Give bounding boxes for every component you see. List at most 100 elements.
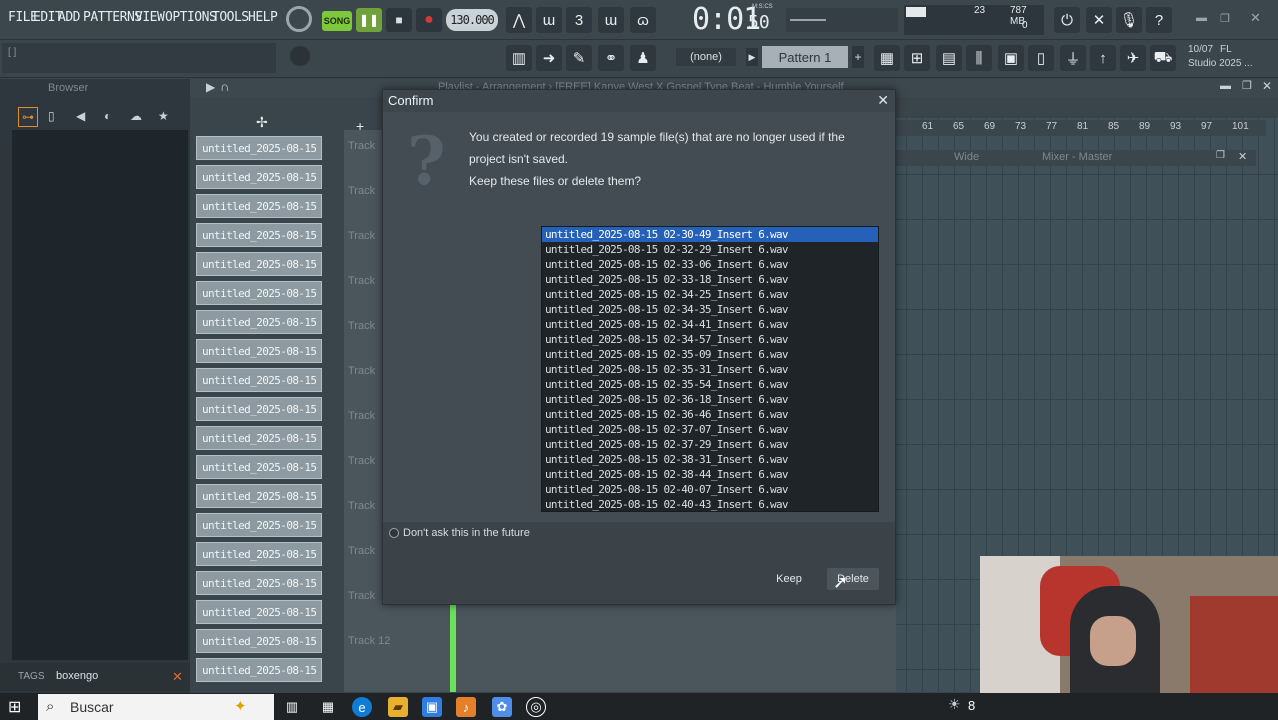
microphone-icon[interactable]: 🎙 — [1116, 7, 1142, 33]
wait-icon[interactable]: ɯ — [536, 7, 562, 33]
menu-tools[interactable]: TOOLS — [212, 10, 249, 25]
piano-icon[interactable]: ▤ — [936, 45, 962, 71]
plugin-icon[interactable]: ⏚ — [1060, 45, 1086, 71]
piano-roll-icon[interactable]: ▥ — [506, 45, 532, 71]
menu-add[interactable]: ADD — [58, 10, 80, 25]
sample-file-item[interactable]: untitled_2025-08-15 02-37-29_Insert 6.wa… — [542, 437, 878, 452]
power-icon[interactable]: ⏻ — [1054, 7, 1080, 33]
weather-icon[interactable]: ☀ — [948, 696, 961, 713]
clip-item[interactable]: untitled_2025-08-15 02-... — [196, 281, 322, 305]
keep-button[interactable]: Keep — [763, 568, 815, 590]
plugin-database-icon[interactable]: ◐ — [104, 109, 111, 123]
stop-button[interactable]: ■ — [386, 8, 412, 32]
dont-ask-option[interactable]: Don't ask this in the future — [389, 527, 530, 539]
browser-icon[interactable]: ▯ — [1028, 45, 1054, 71]
sample-file-item[interactable]: untitled_2025-08-15 02-40-07_Insert 6.wa… — [542, 482, 878, 497]
sample-file-item[interactable]: untitled_2025-08-15 02-36-18_Insert 6.wa… — [542, 392, 878, 407]
pitch-knob[interactable] — [290, 46, 310, 66]
track-label[interactable]: Track — [348, 545, 375, 557]
track-label[interactable]: Track — [348, 320, 375, 332]
menu-help[interactable]: HELP — [248, 10, 278, 25]
store-icon[interactable]: ⛟ — [1150, 45, 1176, 71]
clip-item[interactable]: untitled_2025-08-15 02-... — [196, 136, 322, 160]
arrow-icon[interactable]: ➜ — [536, 45, 562, 71]
pattern-selector[interactable]: Pattern 1 — [762, 46, 848, 68]
widgets-icon[interactable]: ▦ — [318, 697, 338, 717]
clip-item[interactable]: untitled_2025-08-15 02-... — [196, 455, 322, 479]
play-pattern-icon[interactable]: ▶ — [746, 48, 758, 66]
track-label[interactable]: Track — [348, 500, 375, 512]
menu-view[interactable]: VIEW — [135, 10, 165, 25]
clip-item[interactable]: untitled_2025-08-15 02-... — [196, 426, 322, 450]
add-track-icon[interactable]: + — [356, 118, 364, 134]
sample-file-item[interactable]: untitled_2025-08-15 02-40-43_Insert 6.wa… — [542, 497, 878, 512]
sample-file-item[interactable]: untitled_2025-08-15 02-33-18_Insert 6.wa… — [542, 272, 878, 287]
magnet-icon[interactable]: ∩ — [220, 79, 229, 94]
none-selector[interactable]: (none) — [676, 48, 736, 66]
sample-file-item[interactable]: untitled_2025-08-15 02-32-29_Insert 6.wa… — [542, 242, 878, 257]
pencil-icon[interactable]: ✎ — [566, 45, 592, 71]
playlist-play-icon[interactable]: ▶ — [206, 80, 215, 94]
touch-icon[interactable]: ✈ — [1120, 45, 1146, 71]
loop-record-icon[interactable]: ɷ — [630, 7, 656, 33]
windows-start-icon[interactable]: ⊞ — [8, 697, 21, 717]
sample-file-item[interactable]: untitled_2025-08-15 02-35-54_Insert 6.wa… — [542, 377, 878, 392]
obs-icon[interactable]: ◎ — [526, 697, 546, 717]
sample-file-item[interactable]: untitled_2025-08-15 02-33-06_Insert 6.wa… — [542, 257, 878, 272]
tempo-display[interactable]: 130.000 — [446, 9, 498, 31]
mixer-icon[interactable]: ⫼ — [966, 45, 992, 71]
tools-icon[interactable]: ✕ — [1086, 7, 1112, 33]
mixer-close-icon[interactable]: ✕ — [1238, 150, 1247, 163]
clip-item[interactable]: untitled_2025-08-15 02-... — [196, 194, 322, 218]
countdown-icon[interactable]: 3 — [566, 7, 592, 33]
playlist-maximize-icon[interactable]: ❐ — [1242, 79, 1252, 92]
clear-tags-icon[interactable]: ✕ — [172, 669, 183, 685]
clip-item[interactable]: untitled_2025-08-15 02-... — [196, 368, 322, 392]
track-label[interactable]: Track — [348, 410, 375, 422]
song-mode-toggle[interactable]: SONG — [322, 11, 352, 31]
add-pattern-icon[interactable]: + — [852, 46, 864, 68]
minimize-icon[interactable]: ▬ — [1196, 12, 1207, 24]
step-sequencer-icon[interactable]: ⊞ — [904, 45, 930, 71]
sample-file-item[interactable]: untitled_2025-08-15 02-34-41_Insert 6.wa… — [542, 317, 878, 332]
track-label[interactable]: Track — [348, 185, 375, 197]
mixer-maximize-icon[interactable]: ❐ — [1216, 150, 1225, 161]
add-clip-icon[interactable]: ✢ — [256, 114, 268, 131]
clip-item[interactable]: untitled_2025-08-15 02-... — [196, 223, 322, 247]
store-app-icon[interactable]: ▣ — [422, 697, 442, 717]
sample-file-item[interactable]: untitled_2025-08-15 02-35-31_Insert 6.wa… — [542, 362, 878, 377]
link-icon[interactable]: ⚭ — [598, 45, 624, 71]
master-volume-knob[interactable] — [286, 6, 312, 32]
dont-ask-radio[interactable] — [389, 528, 399, 538]
clip-item[interactable]: untitled_2025-08-15 02-... — [196, 484, 322, 508]
track-label[interactable]: Track — [348, 230, 375, 242]
track-label[interactable]: Track — [348, 365, 375, 377]
clip-item[interactable]: untitled_2025-08-15 02-... — [196, 629, 322, 653]
news-title[interactable]: Studio 2025 ... — [1188, 58, 1253, 69]
sample-file-item[interactable]: untitled_2025-08-15 02-34-35_Insert 6.wa… — [542, 302, 878, 317]
speaker-icon[interactable]: ◀ — [76, 109, 85, 123]
all-filter-icon[interactable]: ⊶ — [18, 107, 38, 127]
sample-file-item[interactable]: untitled_2025-08-15 02-34-57_Insert 6.wa… — [542, 332, 878, 347]
sample-file-item[interactable]: untitled_2025-08-15 02-35-09_Insert 6.wa… — [542, 347, 878, 362]
timeline-ruler[interactable]: 61 65 69 73 77 81 85 89 93 97 101 — [896, 120, 1266, 136]
maximize-icon[interactable]: ❐ — [1220, 12, 1230, 25]
clip-item[interactable]: untitled_2025-08-15 02-... — [196, 658, 322, 682]
star-icon[interactable]: ★ — [158, 109, 169, 123]
track-label[interactable]: Track — [348, 140, 375, 152]
tempo-tap-icon[interactable]: ↑ — [1090, 45, 1116, 71]
record-button[interactable]: ● — [416, 8, 442, 32]
clip-item[interactable]: untitled_2025-08-15 02-... — [196, 310, 322, 334]
playlist-minimize-icon[interactable]: ▬ — [1220, 80, 1231, 92]
track-label[interactable]: Track — [348, 590, 375, 602]
pause-button[interactable]: ❚❚ — [356, 8, 382, 32]
clip-item[interactable]: untitled_2025-08-15 02-... — [196, 513, 322, 537]
playlist-close-icon[interactable]: ✕ — [1262, 79, 1272, 93]
playlist-icon[interactable]: ▦ — [874, 45, 900, 71]
track-label[interactable]: Track — [348, 455, 375, 467]
task-view-icon[interactable]: ▥ — [282, 697, 302, 717]
stamp-icon[interactable]: ♟ — [630, 45, 656, 71]
track-label[interactable]: Track 12 — [348, 635, 390, 647]
sample-file-item[interactable]: untitled_2025-08-15 02-38-44_Insert 6.wa… — [542, 467, 878, 482]
close-icon[interactable]: ✕ — [877, 92, 889, 109]
